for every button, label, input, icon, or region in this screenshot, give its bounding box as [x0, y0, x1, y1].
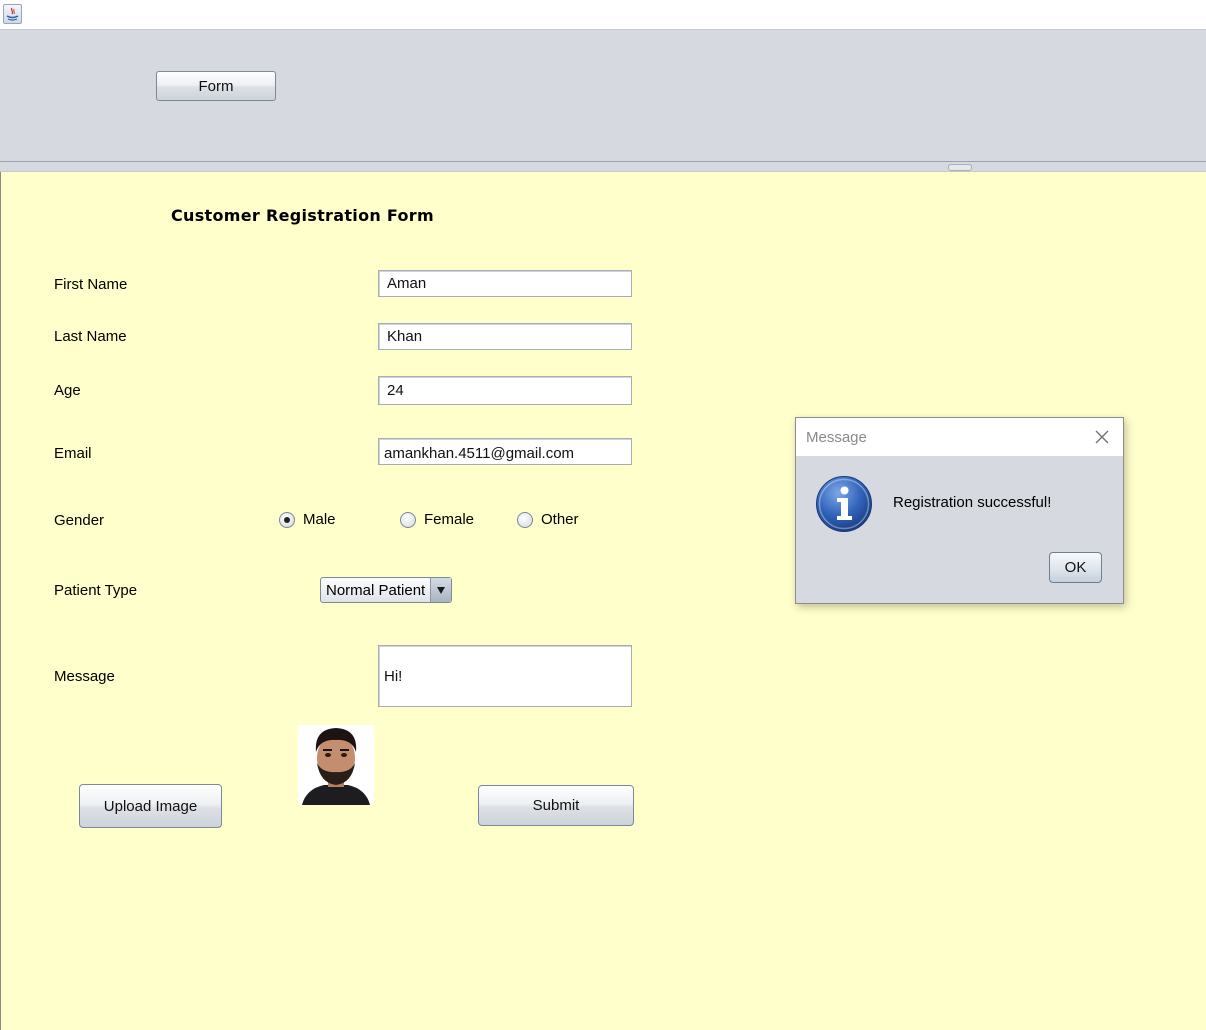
java-app-icon[interactable] [3, 4, 22, 24]
last-name-field[interactable]: Khan [378, 323, 632, 350]
gender-label: Gender [54, 512, 105, 529]
first-name-field[interactable]: Aman [378, 270, 632, 297]
gender-radio-female[interactable]: Female [400, 511, 474, 528]
patient-type-label: Patient Type [54, 582, 138, 599]
radio-button-selected[interactable] [279, 511, 295, 528]
uploaded-photo-preview [298, 725, 374, 805]
form-title: Customer Registration Form [171, 206, 434, 225]
message-label: Message [54, 668, 115, 685]
gender-radio-male[interactable]: Male [279, 511, 336, 528]
dialog-title: Message [806, 429, 867, 446]
divider-grip-handle[interactable] [948, 164, 972, 171]
dialog-message-text: Registration successful! [893, 494, 1052, 511]
dialog-title-bar: Message [796, 418, 1123, 456]
gender-radio-other[interactable]: Other [517, 511, 579, 528]
dropdown-arrow-icon[interactable] [430, 578, 451, 602]
gender-option-label: Male [303, 511, 336, 528]
gender-option-label: Other [541, 511, 579, 528]
ok-button[interactable]: OK [1049, 552, 1102, 583]
patient-type-selected-value: Normal Patient [326, 581, 426, 599]
window-title-bar [0, 0, 1206, 28]
submit-button[interactable]: Submit [478, 785, 634, 826]
radio-dot [284, 516, 290, 523]
upload-image-button[interactable]: Upload Image [79, 784, 222, 828]
last-name-label: Last Name [54, 328, 127, 345]
first-name-label: First Name [54, 276, 128, 293]
email-label: Email [54, 445, 92, 462]
gender-option-label: Female [424, 511, 475, 528]
form-button[interactable]: Form [156, 71, 276, 101]
email-field[interactable]: amankhan.4511@gmail.com [378, 438, 632, 465]
message-dialog: Message Registration successful! OK [795, 417, 1124, 604]
message-textarea[interactable]: Hi! [378, 645, 632, 707]
age-field[interactable]: 24 [378, 376, 632, 405]
close-icon[interactable] [1092, 427, 1112, 447]
info-icon [815, 475, 873, 533]
patient-type-dropdown[interactable]: Normal Patient [320, 577, 452, 603]
radio-button[interactable] [400, 511, 416, 528]
radio-button[interactable] [517, 511, 533, 528]
split-pane-divider[interactable] [0, 161, 1206, 172]
age-label: Age [54, 382, 81, 399]
